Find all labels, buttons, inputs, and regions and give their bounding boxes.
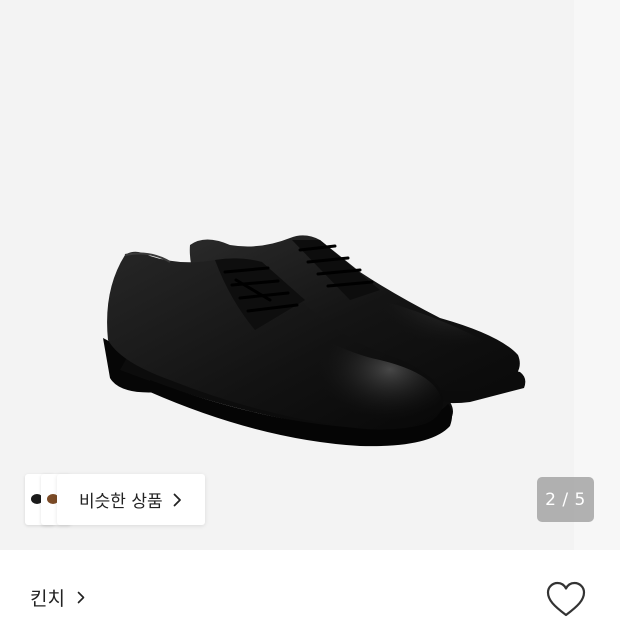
brand-name: 킨치 xyxy=(30,588,65,610)
similar-products-label: 비슷한 상품 xyxy=(79,492,163,512)
brand-link[interactable]: 킨치 xyxy=(30,584,85,611)
chevron-right-icon xyxy=(77,591,85,604)
product-page: 비슷한 상품 2 / 5 킨치 xyxy=(0,0,620,620)
heart-icon xyxy=(546,581,586,617)
product-image-carousel[interactable]: 비슷한 상품 2 / 5 xyxy=(0,0,620,550)
wishlist-button[interactable] xyxy=(545,580,587,620)
chevron-right-icon xyxy=(173,493,181,506)
brand-bar xyxy=(0,550,620,620)
page-indicator-text: 2 / 5 xyxy=(545,489,586,510)
similar-products-chip[interactable]: 비슷한 상품 xyxy=(25,474,205,525)
similar-products-button[interactable]: 비슷한 상품 xyxy=(57,474,205,525)
product-image xyxy=(103,235,526,447)
image-page-indicator: 2 / 5 xyxy=(537,477,594,522)
